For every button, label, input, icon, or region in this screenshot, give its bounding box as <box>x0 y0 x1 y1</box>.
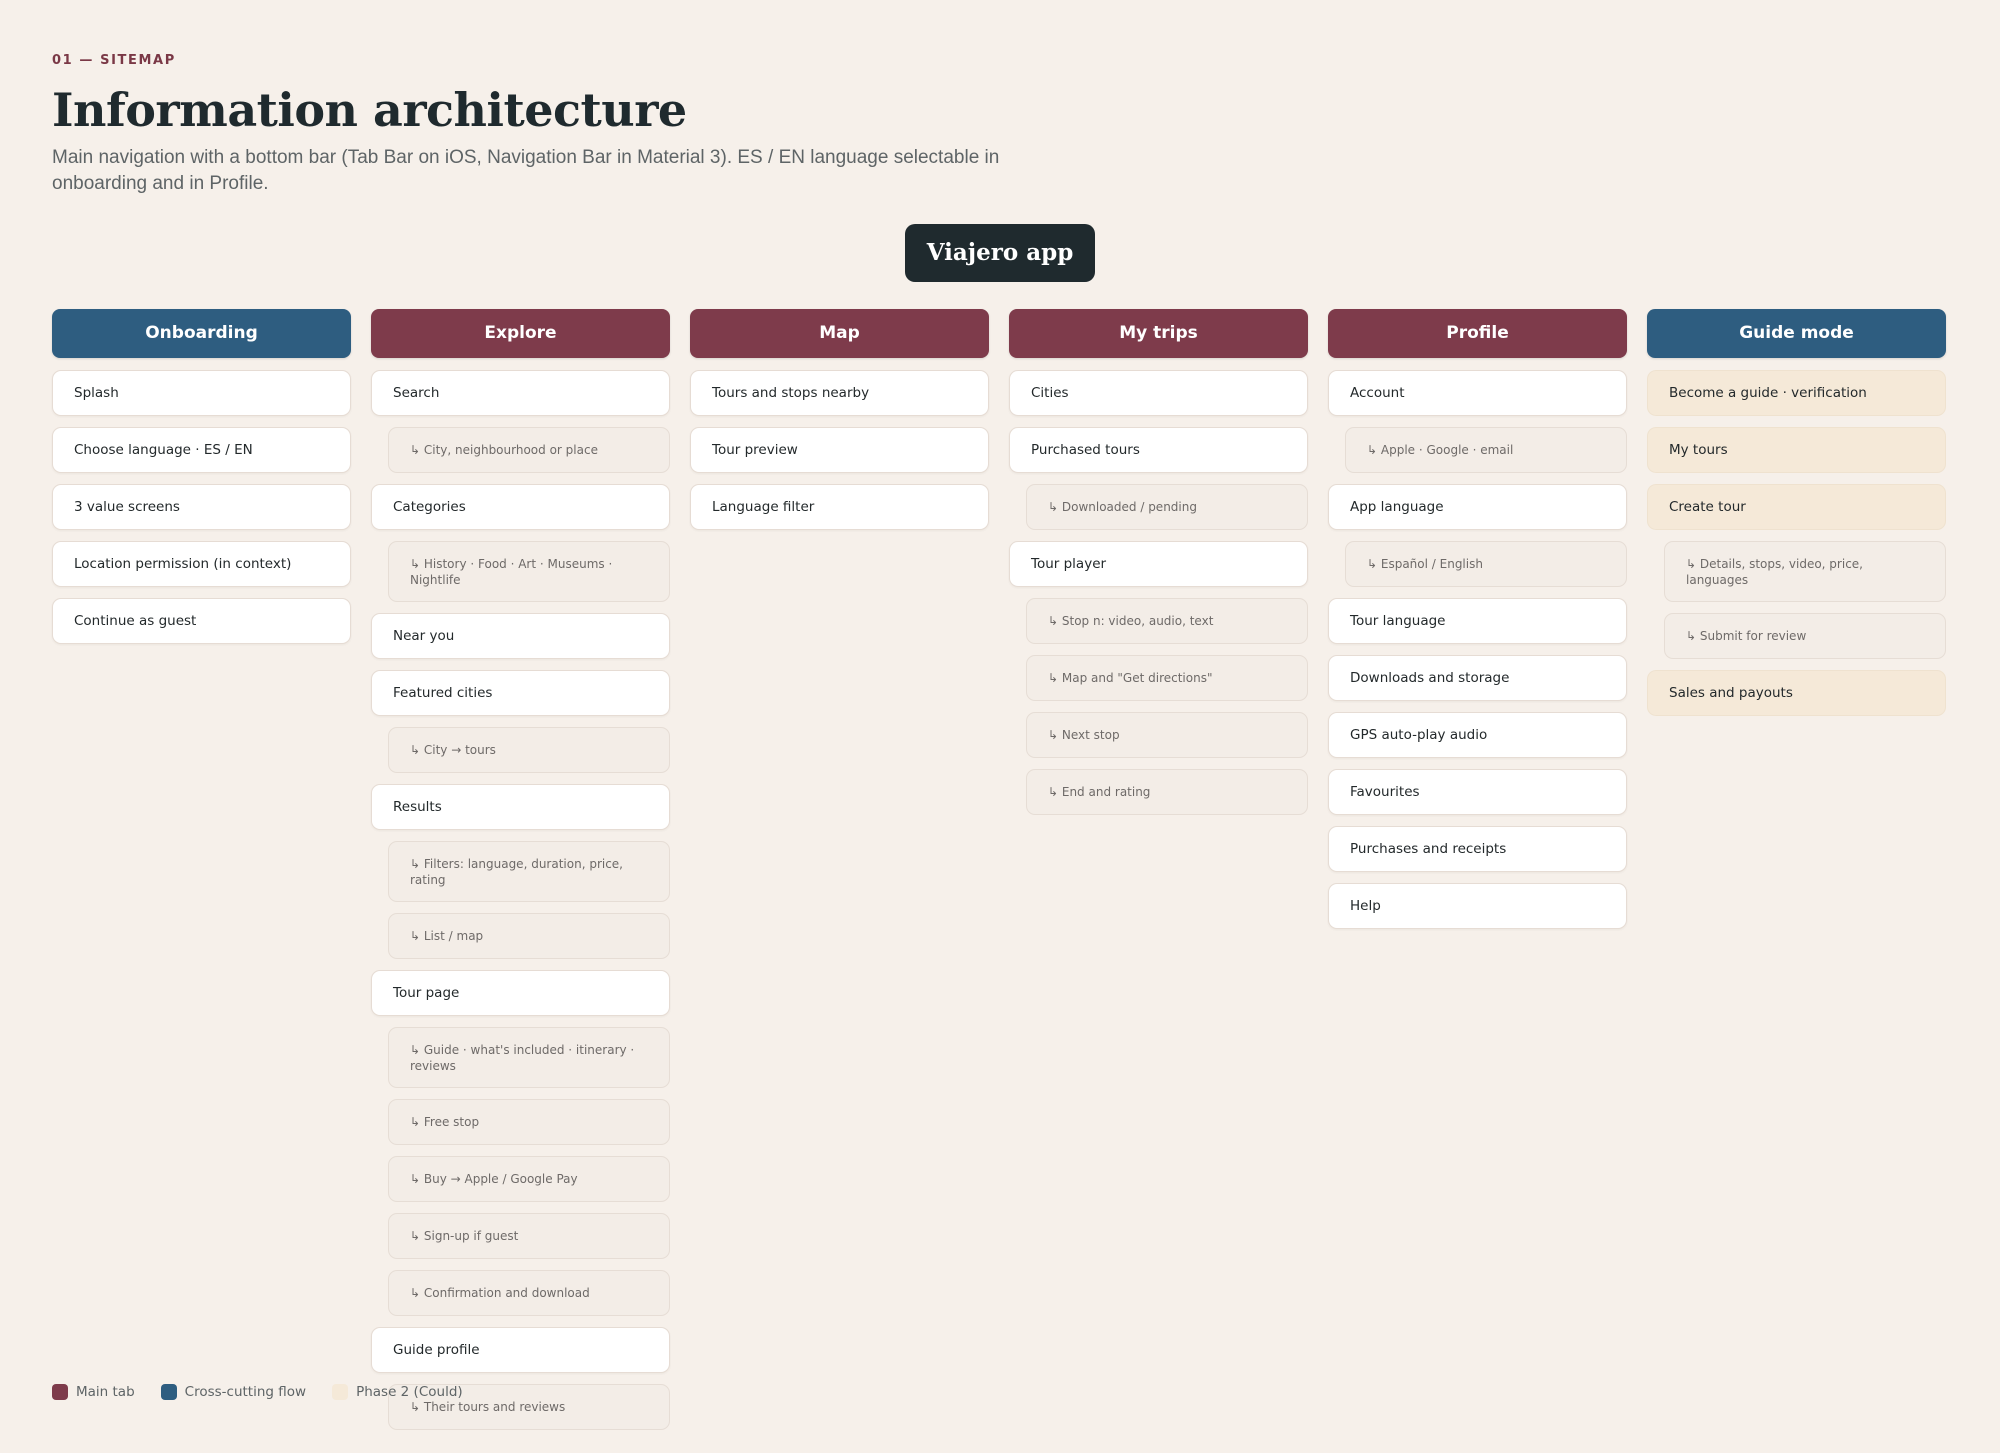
column-items: Account ↳ Apple · Google · email App langu… <box>1328 370 1627 929</box>
sitemap-node: Tour page <box>371 970 670 1016</box>
sitemap-node: Cities <box>1009 370 1308 416</box>
page-title: Information architecture <box>52 83 687 137</box>
legend-label: Phase 2 (Could) <box>356 1384 463 1400</box>
sitemap-subnode: ↳ Free stop <box>388 1099 670 1145</box>
sitemap-node: Featured cities <box>371 670 670 716</box>
sitemap-node: GPS auto-play audio <box>1328 712 1627 758</box>
sitemap-subnode: ↳ Sign-up if guest <box>388 1213 670 1259</box>
page-subtitle: Main navigation with a bottom bar (Tab B… <box>52 147 1000 194</box>
sitemap-node: Create tour <box>1647 484 1946 530</box>
sitemap-subnode: ↳ Next stop <box>1026 712 1308 758</box>
sitemap-node: Tour preview <box>690 427 989 473</box>
column-my-trips: My trips Cities Purchased tours ↳ Downloade… <box>1009 309 1308 1430</box>
sitemap-subnode: ↳ Español / English <box>1345 541 1627 587</box>
sitemap-subnode: ↳ History · Food · Art · Museums · Night… <box>388 541 670 602</box>
sitemap-node: Downloads and storage <box>1328 655 1627 701</box>
legend-label: Main tab <box>76 1384 135 1400</box>
legend-swatch <box>332 1384 349 1400</box>
legend-swatch <box>160 1384 177 1400</box>
legend-item: Phase 2 (Could) <box>332 1384 463 1400</box>
sitemap-subnode: ↳ Buy → Apple / Google Pay <box>388 1156 670 1202</box>
sitemap-node: Favourites <box>1328 769 1627 815</box>
column-explore: Explore Search ↳ City, neighbourhood or pl… <box>371 309 670 1430</box>
column-header: My trips <box>1009 309 1308 358</box>
sitemap-subnode: ↳ Stop n: video, audio, text <box>1026 598 1308 644</box>
column-map: Map Tours and stops nearby Tour preview Lan… <box>690 309 989 1430</box>
section-eyebrow: 01 — SITEMAP <box>52 53 176 68</box>
column-header: Guide mode <box>1647 309 1946 358</box>
column-guide-mode: Guide mode Become a guide · verification M… <box>1647 309 1946 1430</box>
sitemap-subnode: ↳ Downloaded / pending <box>1026 484 1308 530</box>
sitemap-node: My tours <box>1647 427 1946 473</box>
sitemap-node: Splash <box>52 370 351 416</box>
sitemap-node: Location permission (in context) <box>52 541 351 587</box>
column-items: Splash Choose language · ES / EN 3 value s… <box>52 370 351 644</box>
sitemap-node: Purchases and receipts <box>1328 826 1627 872</box>
sitemap-node: Categories <box>371 484 670 530</box>
sitemap-subnode: ↳ Guide · what's included · itinerary · … <box>388 1027 670 1088</box>
column-items: Tours and stops nearby Tour preview Langua… <box>690 370 989 530</box>
column-items: Cities Purchased tours ↳ Downloaded / pend… <box>1009 370 1308 815</box>
sitemap-subnode: ↳ Confirmation and download <box>388 1270 670 1316</box>
column-header: Profile <box>1328 309 1627 358</box>
sitemap-node: Continue as guest <box>52 598 351 644</box>
sitemap-subnode: ↳ Apple · Google · email <box>1345 427 1627 473</box>
sitemap-subnode: ↳ City → tours <box>388 727 670 773</box>
column-header: Map <box>690 309 989 358</box>
sitemap-node: 3 value screens <box>52 484 351 530</box>
column-profile: Profile Account ↳ Apple · Google · email Ap… <box>1328 309 1627 1430</box>
root-node: Viajero app <box>904 224 1096 282</box>
sitemap-subnode: ↳ Details, stops, video, price, language… <box>1664 541 1946 602</box>
column-items: Search ↳ City, neighbourhood or place Cate… <box>371 370 670 1430</box>
sitemap-node: Search <box>371 370 670 416</box>
sitemap-subnode: ↳ Map and "Get directions" <box>1026 655 1308 701</box>
sitemap-node: Tour language <box>1328 598 1627 644</box>
sitemap-node: Language filter <box>690 484 989 530</box>
sitemap-node: Tour player <box>1009 541 1308 587</box>
sitemap-columns: Onboarding Splash Choose language · ES / E… <box>52 309 1946 1430</box>
sitemap-subnode: ↳ Submit for review <box>1664 613 1946 659</box>
sitemap-node: Sales and payouts <box>1647 670 1946 716</box>
sitemap-node: Choose language · ES / EN <box>52 427 351 473</box>
sitemap-subnode: ↳ End and rating <box>1026 769 1308 815</box>
legend-item: Main tab <box>52 1384 135 1400</box>
sitemap-subnode: ↳ Filters: language, duration, price, ra… <box>388 841 670 902</box>
column-header: Onboarding <box>52 309 351 358</box>
sitemap-node: Guide profile <box>371 1327 670 1373</box>
legend-item: Cross-cutting flow <box>160 1384 307 1400</box>
sitemap-node: Account <box>1328 370 1627 416</box>
sitemap-subnode: ↳ City, neighbourhood or place <box>388 427 670 473</box>
legend: Main tab Cross-cutting flow Phase 2 (Could… <box>52 1384 489 1400</box>
sitemap-node: Tours and stops nearby <box>690 370 989 416</box>
sitemap-page: 01 — SITEMAP Information architecture Ma… <box>0 0 2000 1453</box>
column-header: Explore <box>371 309 670 358</box>
root-node-wrap: Viajero app <box>0 224 2000 282</box>
sitemap-node: Purchased tours <box>1009 427 1308 473</box>
sitemap-node: Near you <box>371 613 670 659</box>
legend-swatch <box>52 1384 68 1400</box>
column-onboarding: Onboarding Splash Choose language · ES / E… <box>52 309 351 1430</box>
legend-label: Cross-cutting flow <box>184 1384 307 1400</box>
column-items: Become a guide · verification My tours Cre… <box>1647 370 1946 716</box>
sitemap-node: Results <box>371 784 670 830</box>
sitemap-subnode: ↳ List / map <box>388 913 670 959</box>
sitemap-node: App language <box>1328 484 1627 530</box>
sitemap-node: Become a guide · verification <box>1647 370 1946 416</box>
sitemap-node: Help <box>1328 883 1627 929</box>
